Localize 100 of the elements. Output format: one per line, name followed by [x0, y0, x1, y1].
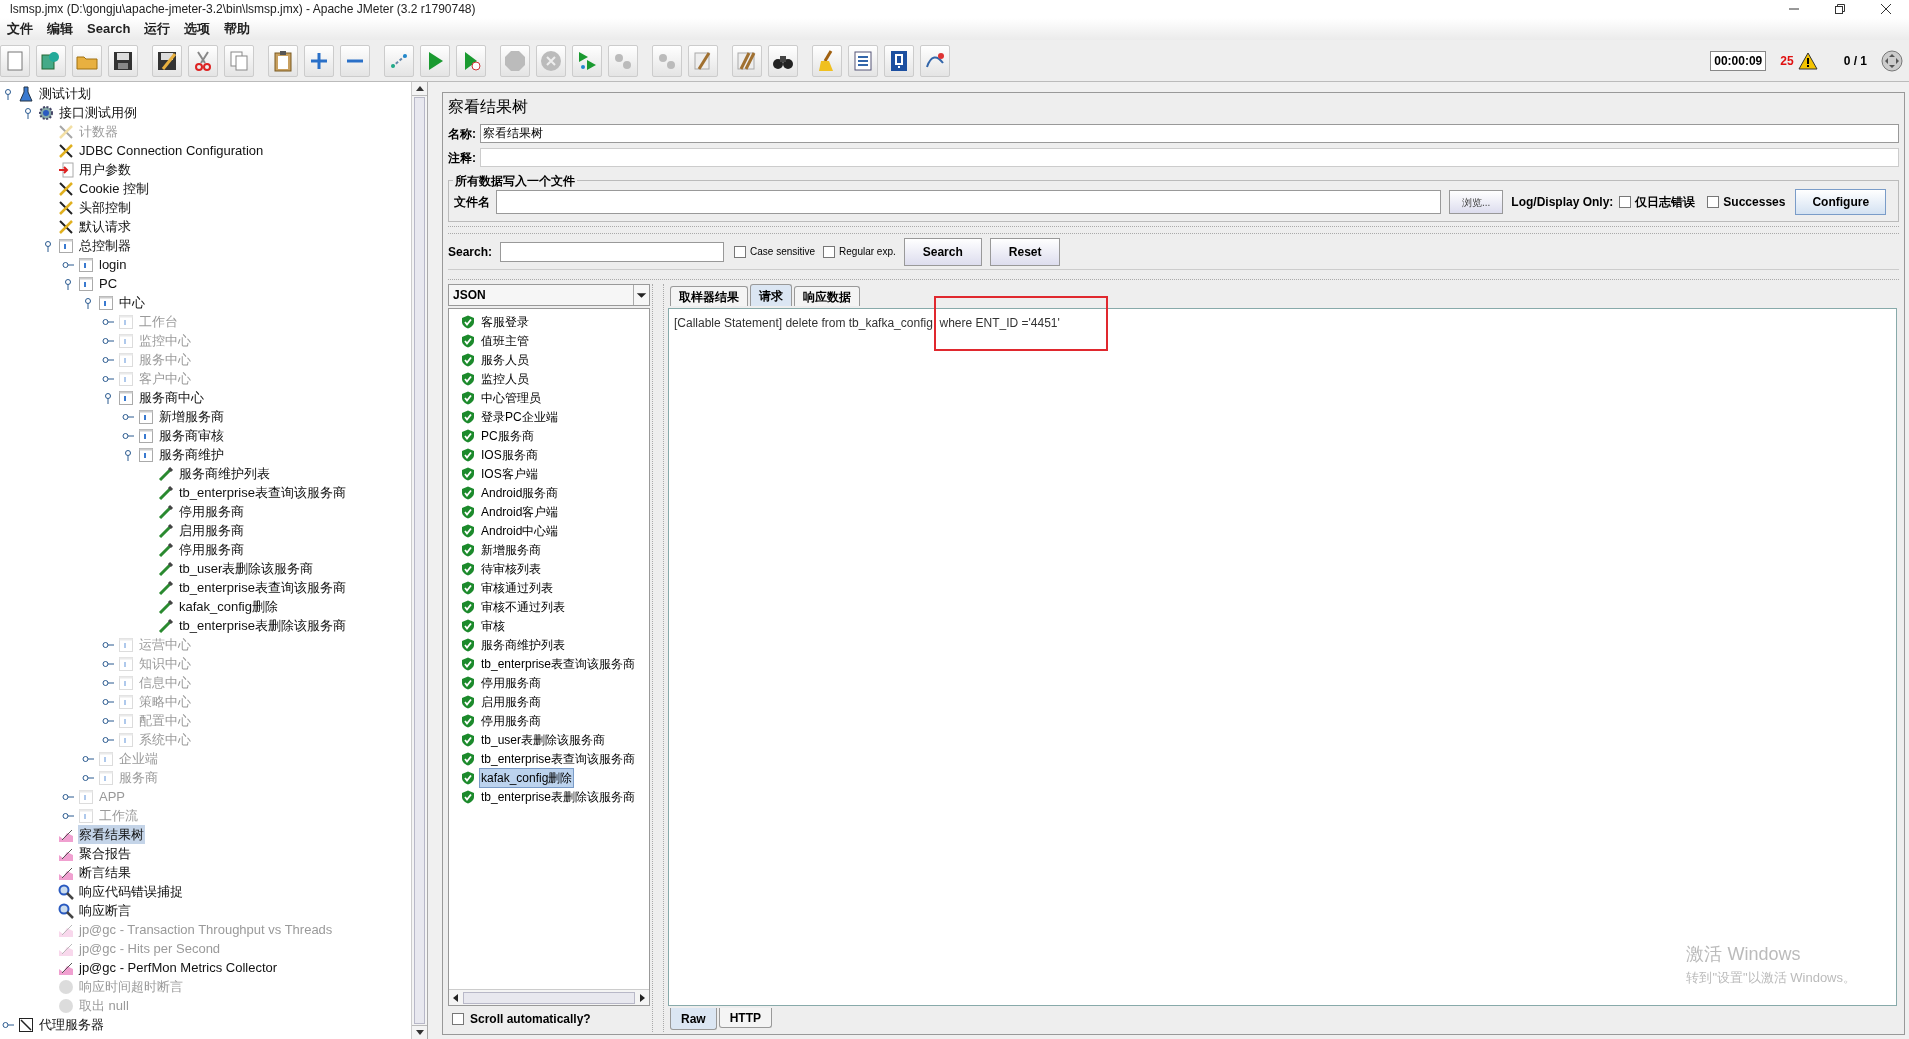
- plus-icon[interactable]: [304, 44, 334, 77]
- templates-icon[interactable]: [36, 44, 66, 77]
- result-item[interactable]: Android中心端: [479, 520, 561, 541]
- remote-start-icon[interactable]: [572, 44, 602, 77]
- browse-button[interactable]: 浏览...: [1449, 190, 1504, 214]
- configure-button[interactable]: Configure: [1795, 189, 1887, 215]
- result-item[interactable]: 停用服务商: [479, 672, 543, 693]
- name-field[interactable]: 察看结果树: [480, 124, 1899, 143]
- paste-icon[interactable]: [268, 44, 298, 77]
- function-list-icon[interactable]: [848, 44, 878, 77]
- tree-item[interactable]: 断言结果: [78, 862, 132, 883]
- result-item[interactable]: 服务商维护列表: [479, 634, 567, 655]
- search-field[interactable]: [500, 241, 725, 262]
- successes-checkbox[interactable]: Successes: [1707, 193, 1786, 211]
- collapse-handle-icon[interactable]: [64, 277, 72, 290]
- restore-icon[interactable]: [1835, 4, 1845, 14]
- result-item[interactable]: tb_enterprise表查询该服务商: [479, 653, 638, 674]
- renderer-dropdown[interactable]: JSON: [448, 284, 650, 306]
- close-icon[interactable]: [1881, 4, 1891, 14]
- tree-item[interactable]: 启用服务商: [178, 520, 245, 541]
- result-item[interactable]: 停用服务商: [479, 710, 543, 731]
- result-item[interactable]: IOS客户端: [479, 463, 540, 484]
- result-item[interactable]: PC服务商: [479, 425, 536, 446]
- collapse-handle-icon[interactable]: [104, 391, 112, 404]
- tree-item[interactable]: login: [98, 254, 128, 275]
- tree-item[interactable]: 测试计划: [38, 83, 92, 104]
- help-icon[interactable]: [884, 44, 914, 77]
- menu-item[interactable]: 运行: [137, 19, 178, 39]
- tab[interactable]: 取样器结果: [670, 286, 748, 306]
- tree-item[interactable]: tb_enterprise表查询该服务商: [178, 482, 347, 503]
- result-item[interactable]: Android客户端: [479, 501, 561, 522]
- collapse-handle-icon[interactable]: [24, 106, 32, 119]
- result-item[interactable]: tb_enterprise表删除该服务商: [479, 786, 638, 807]
- expand-handle-icon[interactable]: [122, 412, 134, 421]
- regular-exp-checkbox[interactable]: Regular exp.: [823, 244, 896, 259]
- tree-item[interactable]: 响应断言: [78, 900, 132, 921]
- tree-item[interactable]: PC: [98, 273, 119, 294]
- menu-item[interactable]: Search: [80, 19, 138, 39]
- clear-all-icon[interactable]: [732, 44, 762, 77]
- result-item[interactable]: 客服登录: [479, 311, 531, 332]
- collapse-handle-icon[interactable]: [124, 448, 132, 461]
- collapse-handle-icon[interactable]: [4, 87, 12, 100]
- scroll-up-arrow-icon[interactable]: [415, 86, 424, 91]
- tree-item[interactable]: 中心: [118, 292, 146, 313]
- tree-item[interactable]: 察看结果树: [78, 824, 145, 845]
- tree-item[interactable]: Cookie 控制: [78, 178, 151, 199]
- tree-item[interactable]: 新增服务商: [158, 406, 225, 427]
- collapse-handle-icon[interactable]: [44, 239, 52, 252]
- result-item[interactable]: 服务人员: [479, 349, 531, 370]
- open-folder-icon[interactable]: [72, 44, 102, 77]
- tab[interactable]: HTTP: [718, 1008, 773, 1028]
- tree-item[interactable]: 停用服务商: [178, 539, 245, 560]
- result-item[interactable]: tb_enterprise表查询该服务商: [479, 748, 638, 769]
- result-item[interactable]: 启用服务商: [479, 691, 543, 712]
- comment-field[interactable]: [480, 148, 1899, 167]
- cut-icon[interactable]: [188, 44, 218, 77]
- errors-only-checkbox[interactable]: 仅日志错误: [1619, 193, 1696, 211]
- clear-icon[interactable]: [688, 44, 718, 77]
- minus-icon[interactable]: [340, 44, 370, 77]
- menu-item[interactable]: 文件: [0, 19, 40, 39]
- menu-item[interactable]: 编辑: [40, 19, 80, 39]
- tree-item[interactable]: 响应代码错误捕捉: [78, 881, 184, 902]
- tree-item[interactable]: 总控制器: [78, 235, 132, 256]
- expand-handle-icon[interactable]: [62, 260, 74, 269]
- result-item[interactable]: 待审核列表: [479, 558, 543, 579]
- broom-icon[interactable]: [812, 44, 842, 77]
- search-button[interactable]: Search: [903, 237, 982, 266]
- result-item[interactable]: tb_user表删除该服务商: [479, 729, 608, 750]
- tab[interactable]: 请求: [750, 284, 792, 306]
- scroll-down-arrow-icon[interactable]: [415, 1030, 424, 1035]
- file-name-field[interactable]: [496, 190, 1441, 214]
- tree-item[interactable]: 停用服务商: [178, 501, 245, 522]
- binoculars-icon[interactable]: [768, 44, 798, 77]
- tree-item[interactable]: JDBC Connection Configuration: [78, 140, 265, 161]
- play-icon[interactable]: [420, 44, 450, 77]
- result-item[interactable]: 新增服务商: [479, 539, 543, 560]
- list-hscrollbar[interactable]: [449, 989, 649, 1005]
- tab[interactable]: 响应数据: [794, 286, 860, 306]
- result-item[interactable]: 中心管理员: [479, 387, 543, 408]
- tab[interactable]: Raw: [670, 1008, 717, 1030]
- expand-handle-icon[interactable]: [122, 431, 134, 440]
- result-item[interactable]: 审核: [479, 615, 507, 636]
- scroll-automatically-checkbox[interactable]: Scroll automatically?: [448, 1006, 650, 1032]
- tree-item[interactable]: tb_enterprise表删除该服务商: [178, 615, 347, 636]
- tree-scrollbar[interactable]: [411, 82, 427, 1039]
- tree-item[interactable]: 默认请求: [78, 216, 132, 237]
- result-item[interactable]: Android服务商: [479, 482, 561, 503]
- menu-item[interactable]: 选项: [177, 19, 218, 39]
- tree-item[interactable]: 服务商维护列表: [178, 463, 271, 484]
- play-no-timers-icon[interactable]: [456, 44, 486, 77]
- case-sensitive-checkbox[interactable]: Case sensitive: [734, 244, 816, 259]
- tree-item[interactable]: 聚合报告: [78, 843, 132, 864]
- save-icon[interactable]: [108, 44, 138, 77]
- result-item[interactable]: 监控人员: [479, 368, 531, 389]
- result-item[interactable]: 值班主管: [479, 330, 531, 351]
- result-item[interactable]: 登录PC企业端: [479, 406, 560, 427]
- save-as-icon[interactable]: [152, 44, 182, 77]
- collapse-handle-icon[interactable]: [84, 296, 92, 309]
- tree-item[interactable]: 接口测试用例: [58, 102, 138, 123]
- menu-item[interactable]: 帮助: [217, 19, 258, 39]
